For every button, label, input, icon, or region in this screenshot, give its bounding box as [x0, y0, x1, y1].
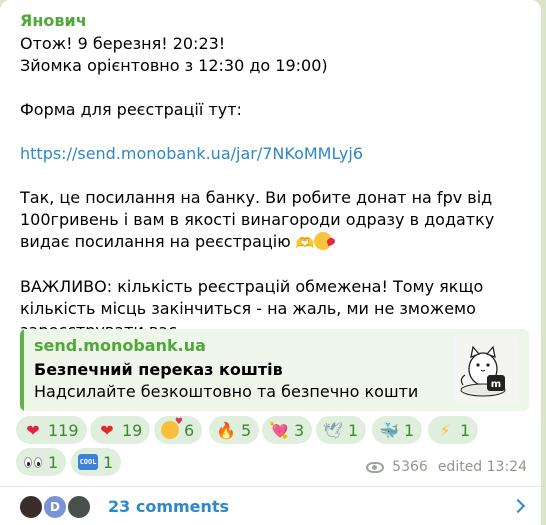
- smiling-face-hearts-icon: [161, 417, 183, 439]
- views-eye-icon: [366, 461, 385, 473]
- avatar: D: [42, 494, 68, 520]
- reaction-count: 6: [184, 420, 195, 440]
- comments-label: 23 comments: [108, 497, 230, 516]
- reaction-count: 119: [48, 420, 79, 440]
- reaction-count: 5: [241, 420, 252, 440]
- reaction-count: 1: [48, 452, 59, 472]
- preview-description: Надсилайте безкоштовно та безпечно кошти: [34, 382, 419, 401]
- reaction-count: 3: [294, 420, 305, 440]
- eyes-icon: [23, 452, 43, 472]
- comments-button[interactable]: D 23 comments: [0, 487, 541, 525]
- cool-button-icon: COOL: [78, 454, 98, 470]
- kiss-face-icon: [314, 232, 333, 250]
- reaction-count: 19: [122, 420, 143, 440]
- message-bubble: Янович Отож! 9 березня! 20:23! Зйомка ор…: [0, 0, 541, 525]
- monobank-cat-icon: m: [453, 335, 519, 403]
- avatar: [18, 494, 44, 520]
- lightning-icon: ⚡: [439, 420, 451, 440]
- views-count: 5366: [392, 459, 428, 475]
- form-line: Форма для реєстрації тут:: [20, 100, 242, 119]
- reaction-fire[interactable]: 🔥 5: [209, 416, 260, 444]
- reaction-eyes[interactable]: 1: [16, 448, 67, 476]
- reaction-smiling-hearts[interactable]: 6: [154, 416, 203, 444]
- whale-icon: 🐳: [379, 420, 399, 440]
- link-preview[interactable]: send.monobank.ua Безпечний переказ кошті…: [20, 329, 529, 411]
- reaction-dove[interactable]: 🕊 1: [316, 416, 367, 444]
- avatar: [66, 494, 92, 520]
- dove-icon: 🕊: [322, 420, 344, 440]
- monobank-jar-link[interactable]: https://send.monobank.ua/jar/7NKoMMLyj6: [20, 144, 363, 163]
- edited-time: edited 13:24: [437, 459, 527, 475]
- heart-on-fire-icon: ❤: [100, 420, 114, 440]
- chevron-right-icon: [510, 498, 526, 514]
- reaction-count: 1: [348, 420, 359, 440]
- reaction-count: 1: [103, 452, 114, 472]
- donation-paragraph: Так, це посилання на банку. Ви робите до…: [20, 188, 495, 252]
- heart-arrow-icon: 💘: [269, 420, 289, 440]
- preview-title: Безпечний переказ коштів: [34, 360, 283, 379]
- fire-icon: 🔥: [216, 420, 236, 440]
- message-meta: 5366 edited 13:24: [366, 459, 527, 475]
- reaction-count: 1: [404, 420, 415, 440]
- reaction-cool[interactable]: COOL 1: [71, 448, 122, 476]
- reaction-whale[interactable]: 🐳 1: [372, 416, 423, 444]
- message-text: Отож! 9 березня! 20:23! Зйомка орієнтовн…: [20, 33, 530, 342]
- preview-accent-bar: [20, 329, 24, 411]
- heart-hands-icon: 🫶: [295, 233, 315, 252]
- red-heart-icon: ❤: [26, 420, 40, 440]
- monobank-badge: m: [491, 379, 501, 390]
- sender-name[interactable]: Янович: [20, 11, 87, 30]
- message-intro: Отож! 9 березня! 20:23! Зйомка орієнтовн…: [20, 34, 328, 75]
- preview-site: send.monobank.ua: [34, 336, 206, 355]
- reaction-heart-arrow[interactable]: 💘 3: [262, 416, 313, 444]
- reaction-lightning[interactable]: ⚡ 1: [428, 416, 479, 444]
- reaction-heart-on-fire[interactable]: ❤ 19: [90, 416, 151, 444]
- reaction-count: 1: [460, 420, 471, 440]
- reaction-red-heart[interactable]: ❤ 119: [16, 416, 87, 444]
